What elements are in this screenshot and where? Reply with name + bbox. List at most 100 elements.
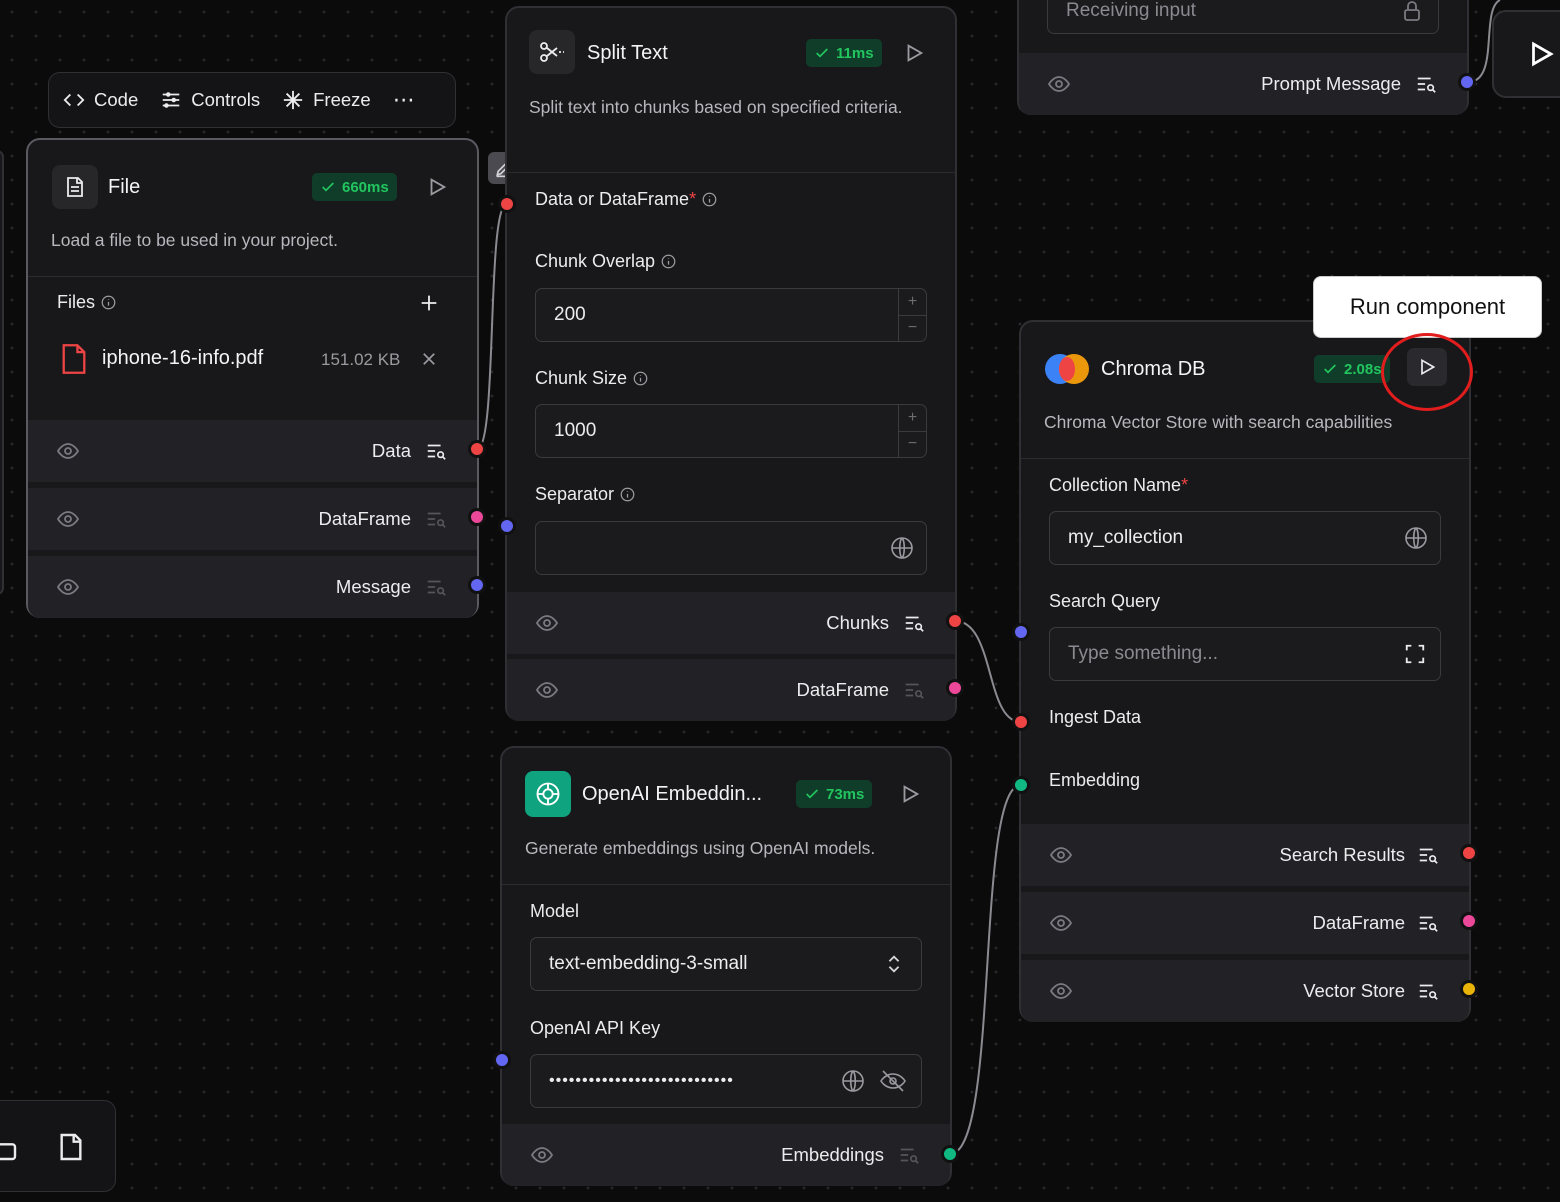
eye-icon[interactable] — [1049, 911, 1073, 935]
prompt-input[interactable]: Receiving input — [1047, 0, 1439, 34]
chevron-up-down-icon — [888, 955, 900, 973]
chroma-db-node[interactable]: Chroma DB 2.08s Chroma Vector Store with… — [1019, 320, 1471, 1022]
collection-name-value: my_collection — [1068, 527, 1184, 548]
chunk-overlap-stepper[interactable]: + − — [898, 289, 926, 341]
file-node[interactable]: File 660ms Load a file to be used in you… — [26, 138, 479, 618]
handle-chroma-search-results-output[interactable] — [1460, 844, 1478, 862]
handle-prompt-message-output[interactable] — [1458, 73, 1476, 91]
handle-split-data-input[interactable] — [498, 195, 516, 213]
code-button[interactable]: Code — [63, 89, 138, 111]
eye-icon[interactable] — [535, 678, 559, 702]
inspect-output-icon[interactable] — [1417, 844, 1439, 866]
inspect-output-icon[interactable] — [425, 576, 447, 598]
globe-icon[interactable] — [1404, 526, 1428, 550]
handle-file-message-output[interactable] — [468, 576, 486, 594]
canvas-controls-panel — [0, 1100, 116, 1192]
output-row-search-results: Search Results — [1021, 824, 1469, 886]
chunk-overlap-label-text: Chunk Overlap — [535, 251, 656, 271]
info-icon[interactable] — [620, 487, 635, 502]
eye-icon[interactable] — [1049, 979, 1073, 1003]
increment-icon[interactable]: + — [899, 289, 926, 316]
chroma-node-description: Chroma Vector Store with search capabili… — [1044, 412, 1393, 432]
handle-chroma-embedding-input[interactable] — [1012, 776, 1030, 794]
inspect-output-icon[interactable] — [898, 1144, 920, 1166]
handle-file-dataframe-output[interactable] — [468, 508, 486, 526]
chunk-size-label-text: Chunk Size — [535, 368, 628, 388]
play-icon[interactable] — [903, 42, 925, 64]
decrement-icon[interactable]: − — [899, 432, 926, 458]
offscreen-node-right[interactable] — [1492, 10, 1560, 98]
prompt-node[interactable]: Receiving input Prompt Message — [1017, 0, 1469, 115]
plus-icon[interactable] — [418, 292, 440, 314]
play-icon[interactable] — [1526, 38, 1556, 70]
handle-chroma-vector-store-output[interactable] — [1460, 980, 1478, 998]
freeze-button[interactable]: Freeze — [282, 89, 371, 111]
globe-icon[interactable] — [890, 536, 914, 560]
separator-label: Separator — [535, 484, 635, 505]
more-button[interactable]: ⋯ — [393, 87, 416, 113]
inspect-output-icon[interactable] — [903, 679, 925, 701]
eye-off-icon[interactable] — [879, 1069, 907, 1093]
inspect-output-icon[interactable] — [425, 440, 447, 462]
eye-icon[interactable] — [530, 1143, 554, 1167]
handle-openai-api-key-input[interactable] — [493, 1051, 511, 1069]
collection-name-input[interactable]: my_collection — [1049, 511, 1441, 565]
separator-input[interactable] — [535, 521, 927, 575]
model-select[interactable]: text-embedding-3-small — [530, 937, 922, 991]
output-label-message: Message — [335, 576, 411, 597]
info-icon[interactable] — [633, 371, 648, 386]
eye-icon[interactable] — [535, 611, 559, 635]
output-label-vector-store: Vector Store — [1303, 980, 1405, 1001]
output-label-embeddings: Embeddings — [781, 1144, 884, 1165]
output-row-vector-store: Vector Store — [1021, 960, 1469, 1022]
chunk-size-input[interactable]: 1000 + − — [535, 404, 927, 458]
output-row-prompt-message: Prompt Message — [1019, 53, 1467, 115]
handle-openai-embeddings-output[interactable] — [941, 1145, 959, 1163]
output-row-chunks: Chunks — [507, 592, 955, 654]
api-key-input[interactable]: •••••••••••••••••••••••••••• — [530, 1054, 922, 1108]
controls-button[interactable]: Controls — [160, 89, 260, 111]
play-icon[interactable] — [899, 783, 921, 805]
info-icon[interactable] — [101, 295, 116, 310]
split-text-node[interactable]: Split Text 11ms Split text into chunks b… — [505, 6, 957, 721]
chunk-size-stepper[interactable]: + − — [898, 405, 926, 457]
info-icon[interactable] — [661, 254, 676, 269]
lock-icon[interactable] — [0, 1131, 23, 1163]
eye-icon[interactable] — [1047, 72, 1071, 96]
eye-icon[interactable] — [56, 439, 80, 463]
inspect-output-icon[interactable] — [1415, 73, 1437, 95]
handle-chroma-dataframe-output[interactable] — [1460, 912, 1478, 930]
inspect-output-icon[interactable] — [1417, 912, 1439, 934]
collection-name-label-text: Collection Name — [1049, 475, 1182, 495]
openai-embeddings-node[interactable]: OpenAI Embeddin... 73ms Generate embeddi… — [500, 746, 952, 1186]
file-icon[interactable] — [55, 1131, 87, 1163]
search-query-placeholder: Type something... — [1068, 643, 1218, 664]
inspect-output-icon[interactable] — [1417, 980, 1439, 1002]
expand-icon[interactable] — [1404, 643, 1426, 665]
files-label-text: Files — [57, 292, 96, 312]
data-or-dataframe-label-text: Data or DataFrame — [535, 189, 690, 209]
eye-icon[interactable] — [56, 575, 80, 599]
edge-file-data-to-split — [476, 203, 508, 450]
eye-icon[interactable] — [56, 507, 80, 531]
inspect-output-icon[interactable] — [903, 612, 925, 634]
ingest-data-label: Ingest Data — [1049, 707, 1141, 728]
handle-file-data-output[interactable] — [468, 440, 486, 458]
globe-icon[interactable] — [841, 1069, 865, 1093]
close-icon[interactable] — [420, 350, 438, 368]
decrement-icon[interactable]: − — [899, 316, 926, 342]
handle-split-chunks-output[interactable] — [946, 612, 964, 630]
play-icon[interactable] — [426, 176, 448, 198]
chunk-overlap-input[interactable]: 200 + − — [535, 288, 927, 342]
increment-icon[interactable]: + — [899, 405, 926, 432]
info-icon[interactable] — [702, 192, 717, 207]
handle-split-dataframe-output[interactable] — [946, 679, 964, 697]
node-toolbar: Code Controls Freeze ⋯ — [48, 72, 456, 128]
inspect-output-icon[interactable] — [425, 508, 447, 530]
handle-chroma-ingest-input[interactable] — [1012, 713, 1030, 731]
file-name[interactable]: iphone-16-info.pdf — [102, 347, 263, 370]
eye-icon[interactable] — [1049, 843, 1073, 867]
handle-chroma-search-query-input[interactable] — [1012, 623, 1030, 641]
handle-split-separator-input[interactable] — [498, 517, 516, 535]
search-query-input[interactable]: Type something... — [1049, 627, 1441, 681]
